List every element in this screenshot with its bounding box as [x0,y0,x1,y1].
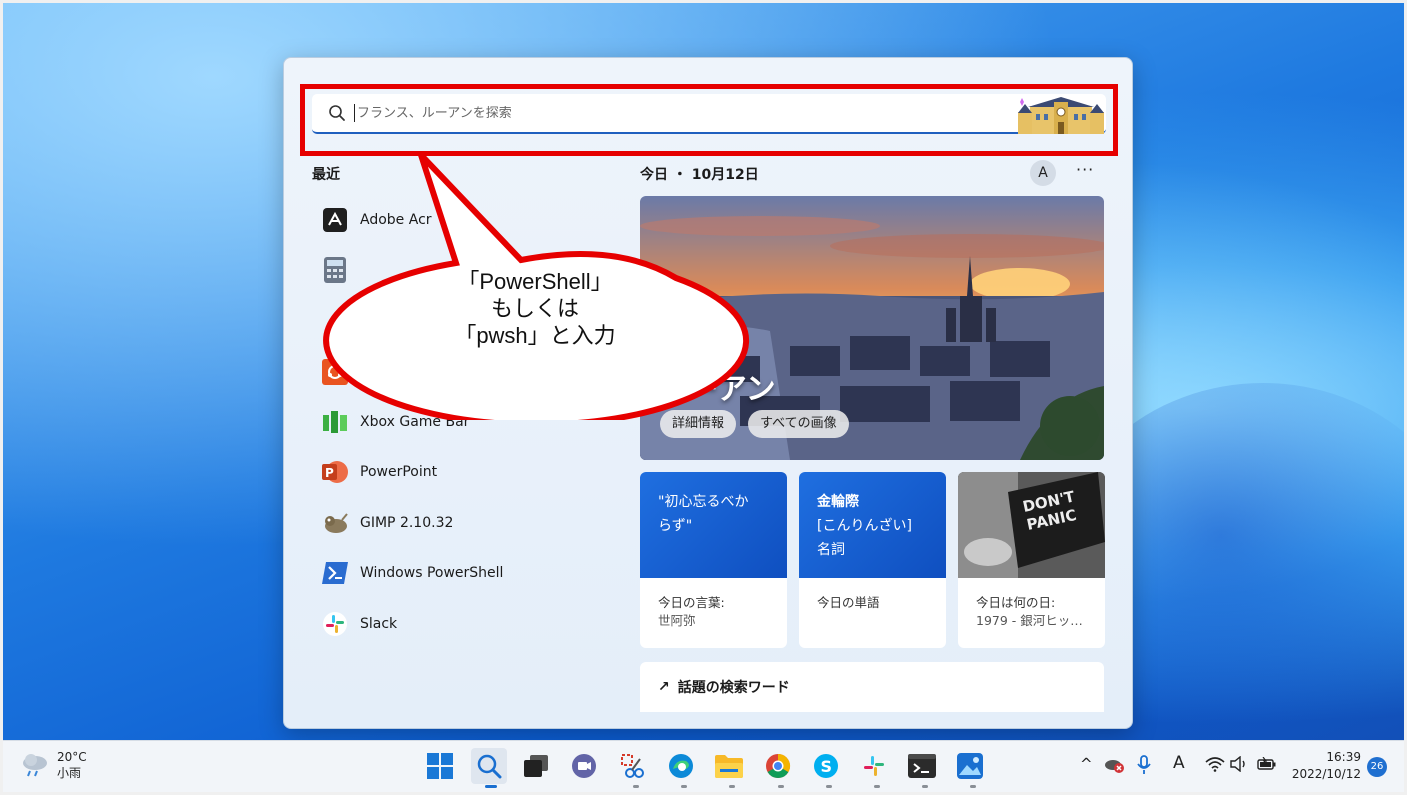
card-footer: 今日は何の日: 1979 - 銀河ヒッ… [958,578,1105,646]
teams-chat-icon [572,754,596,778]
slack-icon [322,611,348,637]
onedrive-error-icon[interactable] [1104,756,1124,778]
teams-chat-button[interactable] [569,751,599,781]
running-indicator [778,785,784,788]
clock[interactable]: 16:39 2022/10/12 [1287,749,1361,783]
skype-icon: S [814,754,838,778]
word-reading: [こんりんざい] [817,518,912,534]
desktop-wallpaper: 最近 今日 ・ 10月12日 A ··· Adobe Acr U [3,3,1404,740]
search-icon [477,754,502,779]
book-photo: DON'T PANIC [958,472,1105,578]
word-of-the-day-card[interactable]: 金輪際 [こんりんざい] 名詞 今日の単語 [799,472,946,648]
rain-cloud-icon [23,754,47,777]
app-label: PowerPoint [360,464,438,480]
running-indicator [826,785,832,788]
callout-line-3: 「pwsh」と入力 [454,323,616,348]
snipping-tool-button[interactable] [617,751,647,781]
show-hidden-icons-button[interactable]: ^ [1080,755,1093,773]
scissors-icon [621,754,644,778]
card-category: 今日は何の日: [976,595,1056,610]
running-indicator [922,785,928,788]
recent-app-windows-powershell[interactable]: Windows PowerShell [322,557,612,589]
weather-description: 小雨 [57,766,82,780]
card-footer: 今日の単語 [799,578,946,628]
card-category: 今日の単語 [817,595,880,610]
recent-app-slack[interactable]: Slack [322,608,612,640]
ime-mode-indicator[interactable]: A [1173,753,1185,773]
edge-icon [669,754,693,778]
trending-searches[interactable]: ↗ 話題の検索ワード [640,662,1104,712]
account-avatar[interactable]: A [1030,160,1056,186]
slack-taskbar-button[interactable] [859,751,889,781]
folder-icon [715,755,743,778]
card-header: "初心忘るべか らず" [640,472,787,578]
edge-button[interactable] [666,751,696,781]
trending-arrow-icon: ↗ [658,679,670,695]
callout-line-2: もしくは [490,296,579,321]
callout-text: 「PowerShell」 もしくは 「pwsh」と入力 [430,268,640,349]
microphone-icon[interactable] [1137,755,1151,779]
notification-badge[interactable]: 26 [1367,757,1387,777]
card-footer: 今日の言葉: 世阿弥 [640,578,787,646]
photos-icon [957,753,983,779]
app-label: Windows PowerShell [360,565,504,581]
terminal-icon [908,754,936,778]
wifi-icon[interactable] [1205,756,1225,776]
callout-line-1: 「PowerShell」 [457,269,613,294]
powerpoint-icon: P [322,459,348,485]
powershell-icon [322,560,348,586]
windows-logo-icon [427,753,453,779]
slack-icon [864,756,884,776]
more-options-button[interactable]: ··· [1076,160,1094,179]
dont-panic-book-image: DON'T PANIC [958,472,1105,578]
terminal-button[interactable] [907,751,937,781]
on-this-day-card[interactable]: DON'T PANIC 今日は何の日: 1979 - 銀河ヒッ… [958,472,1105,648]
photos-button[interactable] [955,751,985,781]
clock-time: 16:39 [1326,750,1361,764]
recent-app-powerpoint[interactable]: P PowerPoint [322,456,612,488]
card-category: 今日の言葉: [658,595,725,610]
active-indicator [485,785,497,788]
app-label: GIMP 2.10.32 [360,515,454,531]
card-detail: 世阿弥 [658,613,696,628]
chrome-button[interactable] [763,751,793,781]
word-title: 金輪際 [817,494,859,510]
gimp-icon [322,510,348,536]
word-part-of-speech: 名詞 [817,542,845,558]
weather-temperature: 20°C [57,750,87,764]
quote-line-1: "初心忘るべか [658,494,749,510]
svg-text:P: P [325,466,334,480]
running-indicator [633,785,639,788]
running-indicator [874,785,880,788]
running-indicator [681,785,687,788]
search-taskbar-button[interactable] [471,748,507,784]
task-view-button[interactable] [521,751,551,781]
quote-of-the-day-card[interactable]: "初心忘るべか らず" 今日の言葉: 世阿弥 [640,472,787,648]
recent-app-gimp[interactable]: GIMP 2.10.32 [322,507,612,539]
start-button[interactable] [425,751,455,781]
running-indicator [970,785,976,788]
weather-widget[interactable]: 20°C 小雨 [21,749,87,781]
task-view-icon [524,755,548,777]
battery-icon[interactable] [1257,756,1277,775]
chrome-icon [766,754,791,779]
card-header: 金輪際 [こんりんざい] 名詞 [799,472,946,578]
app-label: Slack [360,616,398,632]
skype-button[interactable]: S [811,751,841,781]
quote-line-2: らず" [658,518,693,534]
taskbar: 20°C 小雨 S ^ A 16:39 2022/10/12 26 [3,740,1404,792]
running-indicator [729,785,735,788]
trending-label: 話題の検索ワード [677,680,790,696]
card-detail: 1979 - 銀河ヒッ… [976,613,1083,628]
clock-date: 2022/10/12 [1291,767,1361,781]
volume-icon[interactable] [1230,755,1248,776]
file-explorer-button[interactable] [714,751,744,781]
svg-text:S: S [821,757,833,776]
search-highlight-frame [300,84,1118,156]
